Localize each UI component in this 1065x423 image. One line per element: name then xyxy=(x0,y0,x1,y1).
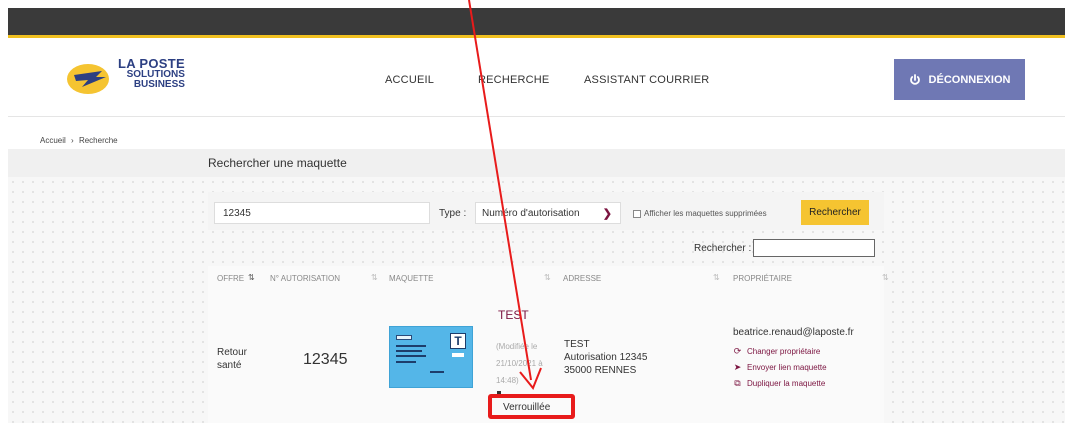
adresse-line3: 35000 RENNES xyxy=(564,365,637,376)
header-offre[interactable]: OFFRE xyxy=(217,274,244,283)
table-header: OFFRE ⇅ N° AUTORISATION ⇅ MAQUETTE ⇅ ADR… xyxy=(208,266,889,290)
modified-line3: 14:48) xyxy=(496,376,519,385)
top-band xyxy=(8,8,1065,38)
change-owner-label: Changer propriétaire xyxy=(747,347,821,356)
adresse-line2: Autorisation 12345 xyxy=(564,352,648,363)
cell-adresse: TEST Autorisation 12345 35000 RENNES xyxy=(564,338,647,377)
duplicate-label: Dupliquer la maquette xyxy=(747,379,826,388)
adresse-line1: TEST xyxy=(564,339,590,350)
cell-offre: Retour santé xyxy=(217,346,261,372)
power-icon xyxy=(909,73,920,85)
breadcrumb-home[interactable]: Accueil xyxy=(40,136,66,145)
breadcrumb-current: Recherche xyxy=(78,136,118,145)
logo-text: LA POSTE SOLUTIONS BUSINESS xyxy=(118,57,185,90)
sync-icon: ⟳ xyxy=(733,346,742,356)
change-owner-link[interactable]: ⟳ Changer propriétaire xyxy=(733,346,821,357)
page-title: Rechercher une maquette xyxy=(208,156,347,170)
nav-recherche[interactable]: RECHERCHE xyxy=(478,74,549,86)
logout-button[interactable]: DÉCONNEXION xyxy=(894,59,1025,100)
header: LA POSTE SOLUTIONS BUSINESS ACCUEIL RECH… xyxy=(8,41,1065,117)
maquette-title-link[interactable]: TEST xyxy=(498,308,529,322)
show-deleted-checkbox[interactable] xyxy=(633,209,641,218)
duplicate-link[interactable]: ⧉ Dupliquer la maquette xyxy=(733,378,825,389)
offre-line2: santé xyxy=(217,360,242,371)
la-poste-logo[interactable]: LA POSTE SOLUTIONS BUSINESS xyxy=(66,57,186,101)
nav-assistant-courrier[interactable]: ASSISTANT COURRIER xyxy=(584,74,709,86)
filter-input[interactable] xyxy=(753,239,875,257)
header-adresse[interactable]: ADRESSE xyxy=(563,274,601,283)
send-link-label: Envoyer lien maquette xyxy=(747,363,827,372)
maquette-thumbnail[interactable]: T xyxy=(389,326,473,388)
header-proprietaire[interactable]: PROPRIÉTAIRE xyxy=(733,274,792,283)
offre-line1: Retour xyxy=(217,347,248,358)
highlight-box xyxy=(488,394,575,419)
logo-line3: BUSINESS xyxy=(133,79,185,90)
sort-icon[interactable]: ⇅ xyxy=(882,273,889,282)
page: LA POSTE SOLUTIONS BUSINESS ACCUEIL RECH… xyxy=(0,0,1065,423)
sort-icon[interactable]: ⇅ xyxy=(713,273,720,282)
show-deleted-label: Afficher les maquettes supprimées xyxy=(644,209,767,218)
breadcrumb: Accueil › Recherche xyxy=(8,118,1065,148)
table-row: Retour santé 12345 T TEST (Modifiée le 2… xyxy=(208,290,884,423)
modified-line1: (Modifiée le xyxy=(496,342,538,351)
type-select[interactable]: Numéro d'autorisation ❯ xyxy=(475,202,621,224)
filter-label: Rechercher : xyxy=(694,243,752,254)
la-poste-bird-icon xyxy=(67,64,109,94)
show-deleted-option[interactable]: Afficher les maquettes supprimées xyxy=(633,209,767,218)
modified-line2: 21/10/2021 à xyxy=(496,359,543,368)
search-input[interactable] xyxy=(214,202,430,224)
nav-accueil[interactable]: ACCUEIL xyxy=(385,74,434,86)
sort-asc-icon[interactable]: ⇅ xyxy=(248,273,255,282)
search-panel: Type : Numéro d'autorisation ❯ Afficher … xyxy=(208,186,889,423)
maquette-modified: (Modifiée le 21/10/2021 à 14:48) xyxy=(496,338,556,389)
owner-email: beatrice.renaud@laposte.fr xyxy=(733,327,854,338)
search-bar: Type : Numéro d'autorisation ❯ Afficher … xyxy=(208,192,884,230)
copy-icon: ⧉ xyxy=(734,378,741,388)
header-autorisation[interactable]: N° AUTORISATION xyxy=(270,274,340,283)
title-band: Rechercher une maquette xyxy=(8,149,1065,177)
logout-label: DÉCONNEXION xyxy=(928,73,1011,86)
sort-icon[interactable]: ⇅ xyxy=(544,273,551,282)
sort-icon[interactable]: ⇅ xyxy=(371,273,378,282)
header-maquette[interactable]: MAQUETTE xyxy=(389,274,433,283)
send-link-link[interactable]: ➤ Envoyer lien maquette xyxy=(733,362,827,373)
send-icon: ➤ xyxy=(733,362,742,372)
chevron-down-icon: ❯ xyxy=(602,208,612,220)
type-label: Type : xyxy=(439,208,467,219)
search-button[interactable]: Rechercher xyxy=(801,200,869,225)
type-select-value: Numéro d'autorisation xyxy=(482,208,580,219)
breadcrumb-separator: › xyxy=(71,136,74,145)
cell-autorisation: 12345 xyxy=(303,351,348,368)
